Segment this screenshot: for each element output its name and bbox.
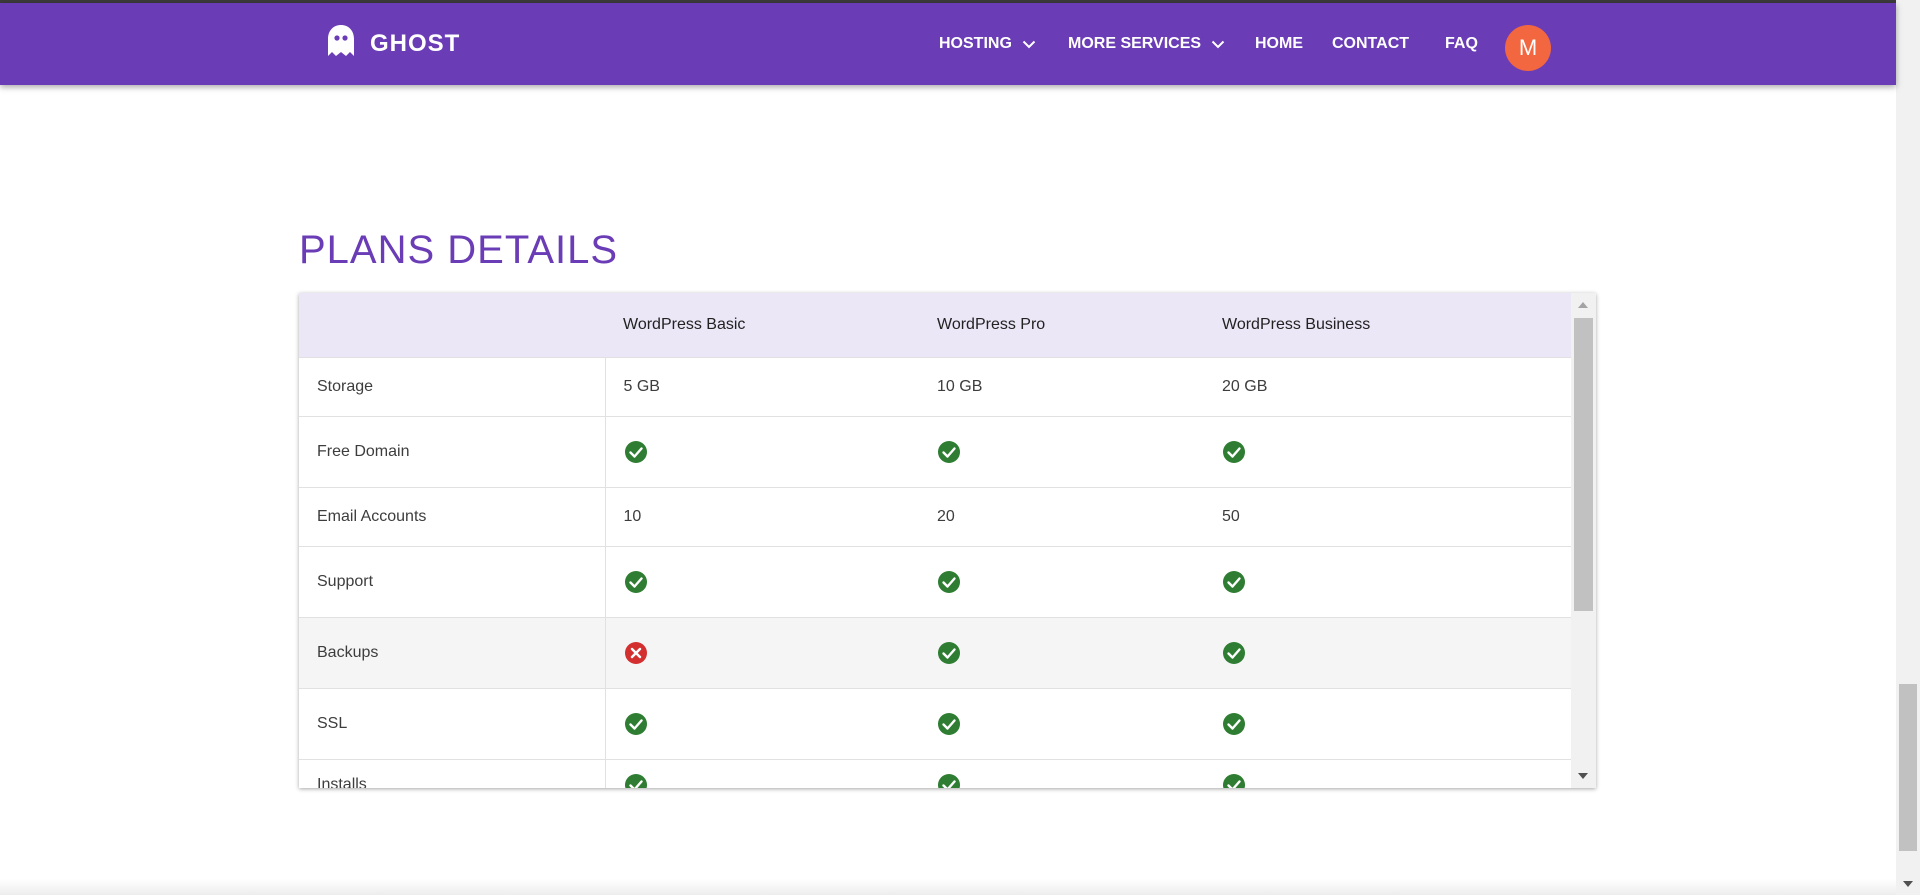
row-label: Backups: [299, 617, 606, 689]
nav-contact[interactable]: CONTACT: [1332, 3, 1409, 85]
table-header-row: WordPress Basic WordPress Pro WordPress …: [299, 293, 1571, 358]
row-label: SSL: [299, 688, 606, 760]
table-cell-icon: [919, 688, 1204, 760]
table-scrollbar-thumb[interactable]: [1574, 318, 1593, 611]
nav-more-services-label: MORE SERVICES: [1068, 35, 1202, 52]
check-icon: [1222, 773, 1246, 788]
ghost-icon: [326, 23, 356, 64]
page-scrollbar-thumb[interactable]: [1899, 684, 1917, 851]
check-icon: [624, 773, 648, 788]
row-label: Free Domain: [299, 416, 606, 488]
table-header-cell: [299, 293, 605, 358]
table-cell-icon: [919, 759, 1204, 788]
table-cell-icon: [919, 416, 1204, 488]
table-header-cell: WordPress Business: [1204, 293, 1571, 358]
table-row: Email Accounts 10 20 50: [299, 487, 1571, 547]
table-cell-icon: [605, 617, 919, 689]
check-icon: [937, 440, 961, 464]
brand-name: GHOST: [370, 29, 461, 57]
user-avatar[interactable]: M: [1505, 25, 1551, 71]
brand-logo[interactable]: GHOST: [326, 23, 460, 64]
table-body: Storage 5 GB 10 GB 20 GB Free Domain Email Ac…: [299, 357, 1571, 788]
row-label: Email Accounts: [299, 487, 606, 547]
table-row: SSL: [299, 688, 1571, 760]
check-icon: [1222, 641, 1246, 665]
table-cell: 50: [1204, 487, 1571, 547]
table-cell-icon: [1204, 546, 1571, 618]
check-icon: [1222, 440, 1246, 464]
table-scrollbar[interactable]: [1571, 293, 1596, 788]
table-header-cell: WordPress Pro: [919, 293, 1204, 358]
table-row: Free Domain: [299, 416, 1571, 488]
plans-table-viewport: WordPress Basic WordPress Pro WordPress …: [299, 293, 1571, 788]
table-header-cell: WordPress Basic: [605, 293, 919, 358]
nav-more-services[interactable]: MORE SERVICES: [1068, 3, 1225, 85]
check-icon: [624, 570, 648, 594]
nav-hosting[interactable]: HOSTING: [939, 3, 1036, 85]
table-row: Support: [299, 546, 1571, 618]
scroll-down-arrow-icon[interactable]: [1578, 773, 1588, 779]
row-label: Storage: [299, 357, 606, 417]
nav-hosting-label: HOSTING: [939, 35, 1012, 52]
plans-table: WordPress Basic WordPress Pro WordPress …: [299, 293, 1571, 788]
table-cell-icon: [605, 759, 919, 788]
nav-home[interactable]: HOME: [1255, 3, 1303, 85]
scroll-down-arrow-icon[interactable]: [1903, 881, 1913, 887]
check-icon: [1222, 570, 1246, 594]
plans-table-card: WordPress Basic WordPress Pro WordPress …: [299, 293, 1596, 788]
table-cell: 5 GB: [605, 357, 919, 417]
window-bottom-edge: [0, 879, 1896, 895]
table-cell-icon: [1204, 688, 1571, 760]
page-scrollbar[interactable]: [1896, 0, 1920, 895]
table-cell-icon: [1204, 617, 1571, 689]
page-title: PLANS DETAILS: [299, 228, 619, 272]
chevron-down-icon: [1211, 40, 1225, 49]
table-cell-icon: [919, 617, 1204, 689]
check-icon: [624, 712, 648, 736]
table-cell: 20: [919, 487, 1204, 547]
table-cell-icon: [605, 546, 919, 618]
table-cell-icon: [919, 546, 1204, 618]
row-label: Installs: [299, 759, 606, 788]
check-icon: [937, 712, 961, 736]
table-cell-icon: [1204, 759, 1571, 788]
check-icon: [937, 773, 961, 788]
top-navbar: GHOST HOSTING MORE SERVICES HOME CONTACT…: [0, 3, 1896, 85]
scroll-up-arrow-icon[interactable]: [1578, 302, 1588, 308]
cross-icon: [624, 641, 648, 665]
check-icon: [937, 570, 961, 594]
table-cell: 10: [605, 487, 919, 547]
table-cell: 10 GB: [919, 357, 1204, 417]
check-icon: [937, 641, 961, 665]
table-cell-icon: [605, 416, 919, 488]
nav-faq[interactable]: FAQ: [1445, 3, 1478, 85]
check-icon: [624, 440, 648, 464]
table-cell-icon: [605, 688, 919, 760]
table-row: Backups: [299, 617, 1571, 689]
table-cell-icon: [1204, 416, 1571, 488]
check-icon: [1222, 712, 1246, 736]
row-label: Support: [299, 546, 606, 618]
chevron-down-icon: [1022, 40, 1036, 49]
table-cell: 20 GB: [1204, 357, 1571, 417]
table-row: Storage 5 GB 10 GB 20 GB: [299, 357, 1571, 417]
table-row: Installs: [299, 759, 1571, 788]
